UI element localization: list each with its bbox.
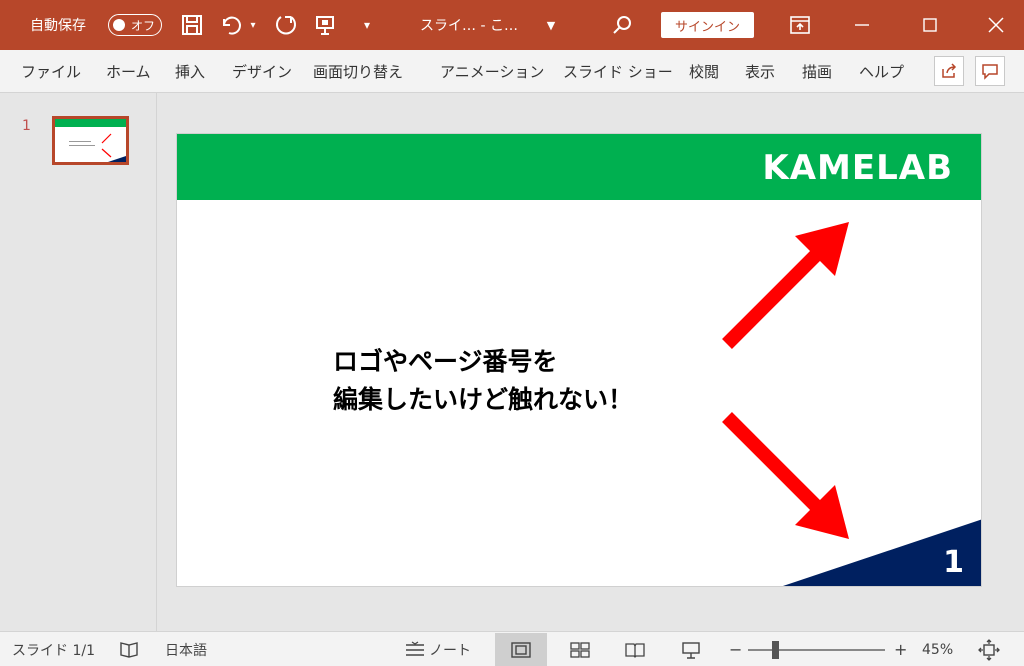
share-icon[interactable] (934, 56, 964, 86)
present-icon[interactable] (311, 0, 339, 50)
slide-canvas[interactable]: KAMELAB ロゴやページ番号を 編集したいけど触れない！ 1 (176, 133, 982, 587)
tab-view[interactable]: 表示 (745, 50, 775, 93)
zoom-level[interactable]: 45% (922, 632, 953, 666)
slide-sorter-icon[interactable] (554, 633, 606, 666)
notes-label: ノート (429, 642, 471, 659)
slide-body-text: ロゴやページ番号を 編集したいけど触れない！ (333, 343, 633, 419)
redo-icon[interactable] (271, 0, 299, 50)
slide-thumbnail[interactable] (52, 116, 129, 165)
accessibility-icon[interactable] (119, 632, 139, 666)
zoom-slider-thumb[interactable] (772, 641, 779, 659)
ribbon-display-icon[interactable] (786, 0, 814, 50)
notes-button[interactable]: ノート (404, 632, 471, 666)
tab-transitions[interactable]: 画面切り替え (313, 50, 403, 93)
tab-animations[interactable]: アニメーション (440, 50, 544, 93)
close-icon[interactable] (982, 0, 1010, 50)
autosave-label: 自動保存 (30, 18, 86, 34)
signin-button[interactable]: サインイン (661, 12, 754, 38)
slide-text-line1: ロゴやページ番号を (333, 347, 558, 376)
page-number: 1 (943, 545, 964, 580)
tab-design[interactable]: デザイン (232, 50, 292, 93)
search-icon[interactable] (609, 0, 635, 50)
undo-dropdown-icon[interactable]: ▾ (246, 0, 260, 50)
title-bar: 自動保存 オフ ▾ ▾ スライ… - こ… ▼ サインイン (0, 0, 1024, 50)
undo-icon[interactable] (218, 0, 244, 50)
zoom-out-button[interactable]: − (729, 632, 742, 666)
arrow-to-page-number (722, 412, 849, 539)
title-dropdown-icon[interactable]: ▼ (542, 0, 560, 50)
reading-view-icon[interactable] (609, 633, 661, 666)
slide-counter: スライド 1/1 (12, 642, 95, 659)
thumbnail-pane: 1 (0, 93, 157, 631)
tab-slideshow[interactable]: スライド ショー (563, 50, 673, 93)
arrow-to-logo (722, 222, 849, 349)
toggle-knob (113, 19, 125, 31)
notes-icon (406, 641, 424, 656)
minimize-icon[interactable] (848, 0, 876, 50)
toggle-label: オフ (131, 18, 156, 33)
slide-text-line2: 編集したいけど触れない！ (333, 385, 634, 414)
tab-review[interactable]: 校閲 (689, 50, 719, 93)
thumbnail-corner-shape (108, 156, 126, 162)
tab-home[interactable]: ホーム (106, 50, 151, 93)
language-indicator[interactable]: 日本語 (165, 632, 207, 666)
maximize-icon[interactable] (916, 0, 944, 50)
tab-help[interactable]: ヘルプ (859, 50, 904, 93)
zoom-in-button[interactable]: + (894, 632, 907, 666)
save-icon[interactable] (178, 0, 206, 50)
status-bar: スライド 1/1 日本語 ノート − + 45% (0, 631, 1024, 666)
tab-draw[interactable]: 描画 (802, 50, 832, 93)
zoom-slider-track[interactable] (748, 649, 885, 651)
slideshow-view-icon[interactable] (665, 633, 717, 666)
customize-toolbar-icon[interactable]: ▾ (358, 0, 376, 50)
normal-view-icon[interactable] (495, 633, 547, 666)
fit-to-window-icon[interactable] (978, 632, 1000, 666)
comment-icon[interactable] (975, 56, 1005, 86)
thumbnail-number: 1 (22, 118, 31, 134)
tab-insert[interactable]: 挿入 (175, 50, 205, 93)
ribbon-menu: ファイル ホーム 挿入 デザイン 画面切り替え アニメーション スライド ショー… (0, 50, 1024, 93)
document-title: スライ… - こ… (420, 18, 518, 34)
autosave-toggle[interactable]: オフ (108, 14, 162, 36)
tab-file[interactable]: ファイル (21, 50, 81, 93)
